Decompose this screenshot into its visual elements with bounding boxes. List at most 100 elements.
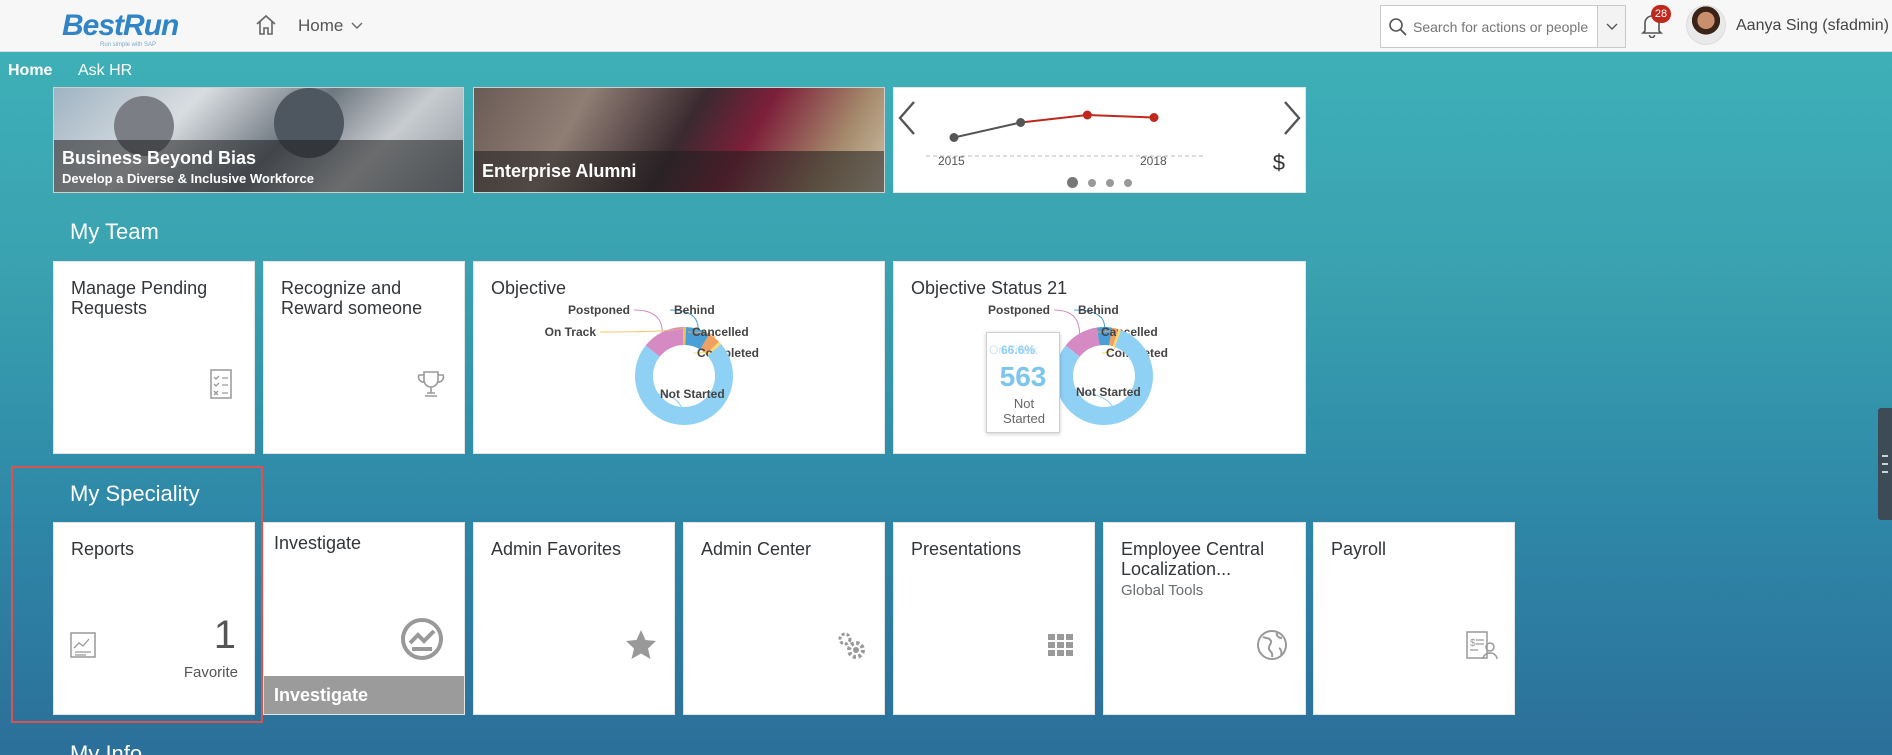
tile-title: Presentations (911, 539, 1022, 559)
banner-title: Business Beyond Bias (62, 148, 257, 168)
section-title-my-team: My Team (70, 219, 159, 244)
donut-slice (635, 344, 733, 425)
donut-slice (645, 327, 684, 358)
donut-leader-line (633, 309, 663, 333)
tooltip-percent: 66.6% (1001, 343, 1036, 357)
tile-title: Objective (491, 278, 567, 298)
search-icon (1389, 17, 1407, 36)
grid-icon (1048, 634, 1073, 656)
nav-ask-hr[interactable]: Ask HR (78, 62, 132, 80)
svg-text:$: $ (1470, 638, 1476, 649)
banner-title: Enterprise Alumni (482, 161, 637, 181)
company-logo[interactable]: BestRun Run simple with SAP (62, 9, 182, 48)
shell-header: BestRun Run simple with SAP Home 28 Aany… (0, 0, 1892, 52)
home-menu-label: Home (298, 16, 344, 35)
donut-slice (1065, 327, 1101, 358)
user-menu[interactable]: Aanya Sing (sfadmin) (1736, 17, 1889, 35)
side-panel-handle[interactable] (1878, 408, 1892, 520)
payroll-icon: $ (1466, 631, 1498, 660)
tile-title: Recognize and Reward someone (281, 278, 423, 318)
nav-home[interactable]: Home (8, 62, 52, 80)
donut-label: Behind (1078, 303, 1119, 317)
objective-donut-chart: PostponedOn TrackBehindCancelledComplete… (545, 303, 759, 425)
home-menu[interactable]: Home (298, 16, 363, 36)
banner-caption: Business Beyond Bias Develop a Diverse &… (54, 140, 463, 192)
trophy-icon (417, 371, 445, 397)
tile-reports[interactable]: Reports 1 Favorite (53, 522, 255, 715)
chart-tooltip: On Track 66.6% 563 Not Started (986, 332, 1060, 433)
tile-title: Reports (71, 539, 135, 559)
donut-label: Not Started (1076, 385, 1141, 399)
chevron-right-icon[interactable] (1281, 98, 1303, 138)
donut-label: Not Started (660, 387, 725, 401)
trend-x-label-start: 2015 (938, 154, 965, 168)
tile-presentations[interactable]: Presentations (893, 522, 1095, 715)
tile-title: Admin Center (701, 539, 812, 559)
tile-subtitle: Global Tools (1121, 582, 1204, 599)
search-input[interactable] (1413, 18, 1593, 35)
avatar[interactable] (1686, 5, 1726, 45)
logo-tagline: Run simple with SAP (100, 42, 157, 48)
pager-dot[interactable] (1088, 178, 1096, 187)
search-box[interactable] (1380, 5, 1626, 48)
currency-symbol: $ (1272, 150, 1285, 175)
tile-admin-center[interactable]: Admin Center (683, 522, 885, 715)
trend-point (1082, 110, 1092, 120)
donut-label: Postponed (988, 303, 1050, 317)
report-icon (70, 632, 96, 658)
banner-subtitle: Develop a Diverse & Inclusive Workforce (62, 171, 314, 186)
donut-leader-line (1053, 309, 1081, 334)
chevron-down-icon (1606, 23, 1617, 30)
pager-dot[interactable] (1124, 178, 1132, 187)
tile-employee-central-localization[interactable]: Employee Central Localization... Global … (1103, 522, 1306, 715)
donut-label: Behind (674, 303, 715, 317)
notification-badge: 28 (1651, 5, 1671, 23)
investigate-icon (401, 618, 443, 660)
tile-investigate[interactable]: Investigate Investigate (263, 522, 465, 715)
tile-objective-status[interactable]: Objective Status 21 Postponed Behind Cance… (893, 261, 1306, 454)
favorite-count-label: Favorite (183, 664, 238, 681)
footer-label: Investigate (274, 685, 369, 705)
tile-title: Manage Pending Requests (71, 278, 208, 318)
tile-objective[interactable]: Objective Postponed On Track Behind Cancell… (473, 261, 885, 454)
trend-point (1149, 113, 1159, 122)
menu-icon (1882, 455, 1888, 473)
pager-dot[interactable] (1106, 178, 1114, 187)
trend-line-segment (1020, 114, 1088, 124)
section-title-my-info: My Info (70, 741, 143, 755)
pager-dot[interactable] (1067, 177, 1078, 188)
trend-chart-tile[interactable]: 2015 2018 $ (893, 87, 1306, 193)
tile-title: Employee Central Localization... (1121, 539, 1265, 579)
trend-x-label-end: 2018 (1140, 154, 1167, 168)
tile-title: Objective Status 21 (911, 278, 1068, 298)
trend-line-segment (953, 121, 1021, 139)
tile-title: Admin Favorites (491, 539, 622, 559)
donut-slice (1112, 329, 1122, 347)
trend-point (1016, 118, 1026, 127)
carousel-pager[interactable] (1067, 177, 1132, 188)
trend-line-segment (1087, 114, 1155, 119)
tooltip-category: Not Started (1003, 396, 1045, 426)
tile-payroll[interactable]: Payroll $ (1313, 522, 1515, 715)
home-icon[interactable] (254, 13, 278, 37)
section-title-my-speciality: My Speciality (70, 481, 200, 506)
tooltip-value: 563 (999, 361, 1047, 392)
banner-business-beyond-bias[interactable]: Business Beyond Bias Develop a Diverse &… (53, 87, 464, 193)
investigate-footer: Investigate (264, 676, 464, 714)
logo-text: BestRun (62, 9, 179, 42)
banner-caption: Enterprise Alumni (474, 151, 884, 192)
banner-enterprise-alumni[interactable]: Enterprise Alumni (473, 87, 885, 193)
trend-line-chart (926, 110, 1204, 157)
gears-icon (838, 632, 865, 659)
donut-label: Cancelled (692, 325, 749, 339)
page-navigation: Home Ask HR (0, 52, 1892, 88)
trend-point (949, 133, 959, 142)
chevron-down-icon (351, 22, 363, 29)
search-scope-dropdown[interactable] (1597, 6, 1625, 47)
tile-manage-pending-requests[interactable]: Manage Pending Requests (53, 261, 255, 454)
favorite-count: 1 (213, 613, 236, 657)
tile-admin-favorites[interactable]: Admin Favorites (473, 522, 675, 715)
donut-label: On Track (545, 325, 597, 339)
tile-recognize-reward[interactable]: Recognize and Reward someone (263, 261, 465, 454)
globe-icon (1257, 630, 1287, 660)
